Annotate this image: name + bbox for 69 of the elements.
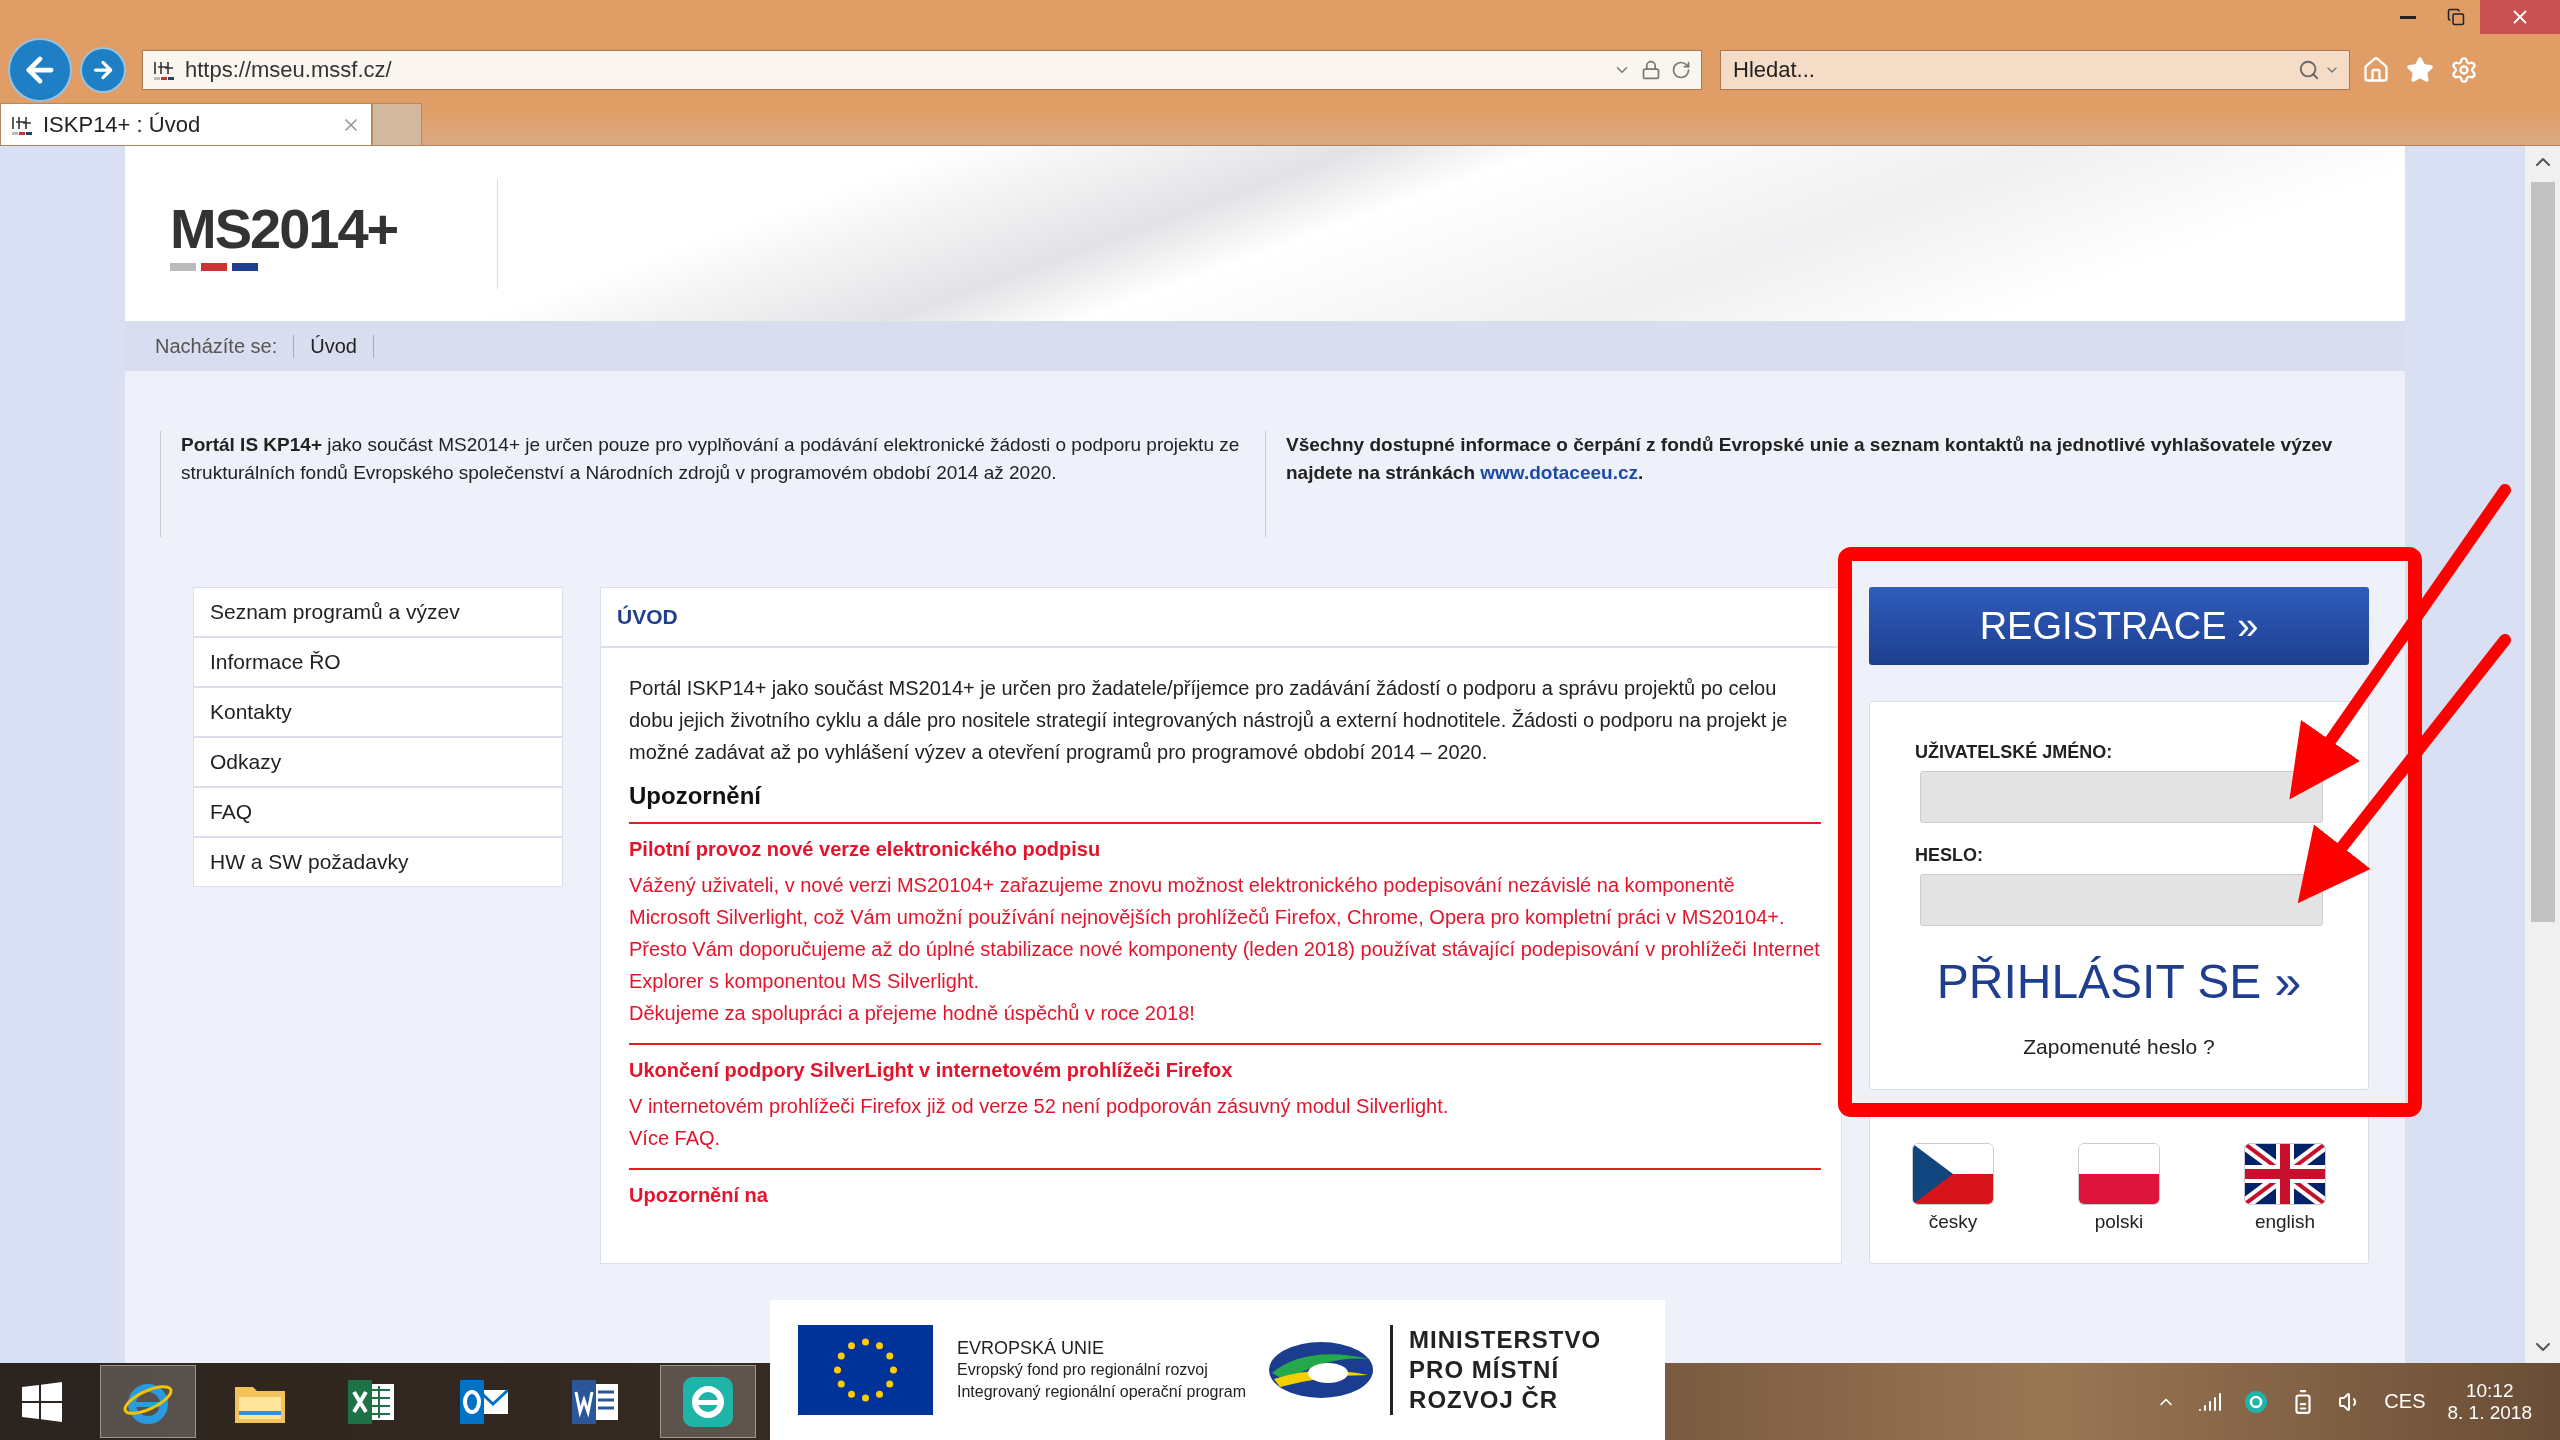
language-link[interactable]: česky [1912, 1143, 1994, 1233]
flag-icon [1912, 1143, 1994, 1205]
scroll-thumb[interactable] [2530, 182, 2555, 922]
language-link[interactable]: polski [2078, 1143, 2160, 1233]
breadcrumb-label: Nacházíte se: [155, 334, 295, 358]
star-icon [2406, 56, 2434, 84]
clock[interactable]: 10:12 8. 1. 2018 [2447, 1379, 2532, 1424]
section-heading: Upozornění [629, 782, 763, 810]
site-icon [153, 59, 175, 81]
info-paragraph: Všechny dostupné informace o čerpání z fondů Evropské unie a seznam kontaktů na jednotlivé vyhlašovatele výzev najdete na stránkách www.dotaceeu.cz. [1286, 433, 2334, 485]
panel-title: ÚVOD [617, 605, 678, 629]
menu-item[interactable]: FAQ [193, 787, 563, 837]
password-field[interactable] [1920, 874, 2323, 926]
language-link[interactable]: english [2244, 1143, 2326, 1233]
language-label: polski [2094, 1211, 2144, 1233]
language-label: english [2254, 1211, 2316, 1233]
tab-title: ISKP14+ : Úvod [43, 111, 202, 138]
site-logo[interactable]: MS2014+ [170, 178, 499, 289]
notice-heading: Upozornění na [629, 1184, 769, 1207]
menu-item[interactable]: Kontakty [193, 687, 563, 737]
flag-icon [2078, 1143, 2160, 1205]
home-icon [2362, 56, 2390, 84]
minimize-icon [2400, 15, 2416, 19]
menu-item[interactable]: Odkazy [193, 737, 563, 787]
eu-program-text: EVROPSKÁ UNIE Evropský fond pro regionální rozvoj Integrovaný regionální operační program [957, 1337, 1247, 1402]
ministry-name: MINISTERSTVO PRO MÍSTNÍ ROZVOJ ČR [1390, 1325, 1602, 1415]
input-language[interactable]: CES [2384, 1390, 2426, 1413]
address-bar[interactable]: https://mseu.mssf.cz/ [142, 50, 1702, 90]
username-field[interactable] [1920, 771, 2323, 823]
info-paragraph: Portál IS KP14+ jako součást MS2014+ je určen pouze pro vyplňování a podávání elektronické žádosti o podporu projektu ze strukturálních fondů Evropského společenství a Národních zdrojů v programovém období 2014 až 2020. [181, 433, 1240, 485]
notice-text: V internetovém prohlížeči Firefox již od verze 52 není podporován zásuvný modul Silverlight. [629, 1094, 1450, 1119]
spreadsheet-app-icon [348, 1379, 396, 1424]
browser-tab[interactable]: ISKP14+ : Úvod [0, 103, 372, 145]
menu-item[interactable]: Seznam programů a výzev [193, 587, 563, 637]
flag-icon [2244, 1143, 2326, 1205]
register-button[interactable]: REGISTRACE » [1869, 587, 2369, 665]
address-text: https://mseu.mssf.cz/ [185, 57, 393, 83]
login-link[interactable]: PŘIHLÁSIT SE » [1936, 954, 2302, 1009]
forgot-password-link[interactable]: Zapomenuté heslo ? [2023, 1035, 2215, 1059]
menu-item[interactable]: HW a SW požadavky [193, 837, 563, 887]
document-app-icon [572, 1379, 620, 1424]
menu-item[interactable]: Informace ŘO [193, 637, 563, 687]
notice-text: Přesto Vám doporučujeme až do úplné stabilizace nové komponenty (leden 2018) používat stávající podepisování v prohlížeči Internet Explorer s komponentou MS Silverlight. [629, 937, 1821, 994]
field-label: HESLO: [1915, 845, 1984, 866]
close-button[interactable] [2480, 0, 2560, 34]
search-icon[interactable] [2298, 59, 2320, 81]
forward-button[interactable] [80, 47, 126, 93]
lock-icon[interactable] [1641, 60, 1661, 80]
search-field[interactable]: Hledat... [1720, 50, 2350, 90]
windows-logo-icon [22, 1381, 62, 1422]
website-link[interactable]: www.dotaceeu.cz [1480, 462, 1638, 483]
field-label: UŽIVATELSKÉ JMÉNO: [1915, 742, 2114, 763]
restore-icon [2447, 8, 2465, 26]
security-icon[interactable] [2244, 1389, 2269, 1414]
notice-text: Více FAQ. [629, 1126, 722, 1151]
notice-heading: Ukončení podpory SilverLight v internetovém prohlížeči Firefox [629, 1059, 1234, 1082]
shield-app-icon [683, 1376, 733, 1427]
notice-text: Vážený uživateli, v nové verzi MS20104+ zařazujeme znovu možnost elektronického podepisování nezávislé na komponentě Microsoft Silverlight, což Vám umožní používání nejnovějších prohlížečů Firefox, Chrome, Opera pro kompletní práci v MS20104+. [629, 873, 1786, 930]
notice-heading: Pilotní provoz nové verze elektronického podpisu [629, 838, 1102, 861]
notice-text: Děkujeme za spolupráci a přejeme hodně úspěchů v roce 2018! [629, 1001, 1196, 1026]
breadcrumb-link[interactable]: Úvod [310, 334, 374, 358]
mail-app-icon [460, 1379, 508, 1424]
language-label: česky [1928, 1211, 1978, 1233]
eu-flag-icon [798, 1325, 933, 1415]
scrollbar[interactable] [2525, 146, 2560, 1363]
refresh-icon[interactable] [1671, 60, 1691, 80]
settings-icon [2450, 56, 2478, 84]
taskbar-app-button[interactable] [660, 1365, 756, 1438]
intro-paragraph: Portál ISKP14+ jako součást MS2014+ je určen pro žadatele/příjemce pro zadávání žádostí o podporu a správu projektů po celou dobu jejich životního cyklu a dále pro nositele strategií integrovaných nástrojů a externí hodnotitele. Žádosti o podporu na projekt je možné zadávat až po vyhlášení výzev a otevření programů pro programové období 2014 – 2020. [629, 676, 1789, 765]
